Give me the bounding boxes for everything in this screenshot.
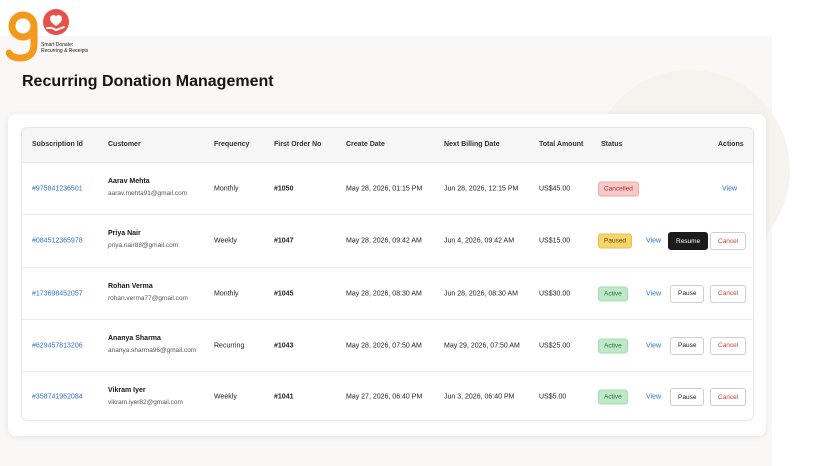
- customer-email: aarav.mehta91@gmail.com: [108, 190, 188, 197]
- header-status: Status: [601, 141, 623, 148]
- subscription-id-link[interactable]: #358741962084: [32, 394, 83, 401]
- logo-mark-icon: [5, 9, 69, 62]
- customer-cell: Rohan Verma rohan.verma77@gmail.com: [108, 283, 188, 302]
- resume-button[interactable]: Resume: [668, 232, 709, 250]
- header-first-order: First Order No: [274, 141, 322, 148]
- frequency: Weekly: [214, 237, 237, 245]
- next-billing-date: May 29, 2026, 07:50 AM: [444, 342, 520, 349]
- cancel-button[interactable]: Cancel: [710, 232, 747, 250]
- brand-tagline: Smart Donate: Recurring & Receipts: [41, 42, 89, 54]
- header-frequency: Frequency: [214, 141, 250, 148]
- header-customer: Customer: [108, 141, 141, 148]
- status-badge: Active: [598, 338, 628, 353]
- header-next-billing: Next Billing Date: [444, 141, 500, 148]
- frequency: Monthly: [214, 290, 239, 297]
- cancel-button[interactable]: Cancel: [710, 284, 747, 303]
- table-row: #629457813206 Ananya Sharma ananya.sharm…: [22, 320, 753, 372]
- next-billing-date: Jun 28, 2026, 12:15 PM: [444, 185, 519, 192]
- frequency: Recurring: [214, 342, 245, 349]
- frequency: Weekly: [214, 393, 237, 401]
- view-link[interactable]: View: [722, 185, 737, 192]
- total-amount: US$15.00: [539, 237, 571, 245]
- header-subscription-id: Subscription Id: [32, 141, 83, 148]
- customer-email: vikram.iyer82@gmail.com: [108, 399, 183, 406]
- customer-name: Vikram Iyer: [108, 387, 146, 394]
- brand-logo: [5, 8, 96, 64]
- page-title: Recurring Donation Management: [22, 73, 274, 90]
- view-link[interactable]: View: [646, 342, 661, 349]
- status-badge: Paused: [598, 233, 633, 249]
- header-create-date: Create Date: [346, 141, 385, 148]
- customer-email: priya.nair88@gmail.com: [108, 242, 179, 249]
- pause-button[interactable]: Pause: [670, 388, 705, 406]
- customer-cell: Aarav Mehta aarav.mehta91@gmail.com: [108, 178, 187, 197]
- cancel-button[interactable]: Cancel: [710, 336, 747, 355]
- create-date: May 28, 2026, 07:50 AM: [346, 342, 422, 349]
- subscription-id-link[interactable]: #173698452057: [32, 290, 83, 297]
- subscriptions-card: Subscription Id Customer Frequency First…: [8, 114, 766, 436]
- first-order-no: #1041: [274, 393, 294, 401]
- first-order-no: #1050: [274, 185, 294, 192]
- customer-cell: Vikram Iyer vikram.iyer82@gmail.com: [108, 387, 183, 406]
- customer-name: Ananya Sharma: [108, 335, 161, 342]
- table-row: #173698452057 Rohan Verma rohan.verma77@…: [22, 268, 753, 320]
- next-billing-date: Jun 3, 2026, 06:40 PM: [444, 393, 515, 401]
- create-date: May 28, 2026, 08:30 AM: [346, 290, 422, 297]
- header-actions: Actions: [718, 141, 744, 148]
- first-order-no: #1047: [274, 237, 294, 245]
- next-billing-date: Jun 4, 2026, 09:42 AM: [444, 237, 515, 245]
- table-row: #975841236501 Aarav Mehta aarav.mehta91@…: [22, 163, 753, 215]
- status-badge: Active: [598, 389, 628, 405]
- customer-email: rohan.verma77@gmail.com: [108, 295, 188, 302]
- create-date: May 28, 2026, 01:15 PM: [346, 185, 423, 192]
- first-order-no: #1043: [274, 342, 294, 349]
- table-row: #084512365978 Priya Nair priya.nair88@gm…: [22, 215, 753, 268]
- create-date: May 28, 2026, 09:42 AM: [346, 237, 422, 245]
- status-badge: Active: [598, 286, 628, 301]
- customer-cell: Ananya Sharma ananya.sharma96@gmail.com: [108, 335, 196, 354]
- subscription-id-link[interactable]: #629457813206: [32, 342, 83, 349]
- customer-name: Aarav Mehta: [108, 178, 150, 185]
- frequency: Monthly: [214, 185, 239, 192]
- cancel-button[interactable]: Cancel: [710, 388, 747, 406]
- table-row: #358741962084 Vikram Iyer vikram.iyer82@…: [22, 372, 753, 420]
- pause-button[interactable]: Pause: [670, 284, 705, 303]
- total-amount: US$25.00: [539, 342, 571, 349]
- total-amount: US$45.00: [539, 185, 571, 192]
- header-total: Total Amount: [539, 141, 584, 148]
- pause-button[interactable]: Pause: [670, 336, 705, 355]
- total-amount: US$5.00: [539, 393, 567, 401]
- total-amount: US$30.00: [539, 290, 571, 297]
- subscription-id-link[interactable]: #084512365978: [32, 238, 83, 245]
- customer-email: ananya.sharma96@gmail.com: [108, 347, 197, 354]
- next-billing-date: Jun 28, 2026, 08:30 AM: [444, 290, 518, 297]
- first-order-no: #1045: [274, 290, 294, 297]
- subscriptions-table: Subscription Id Customer Frequency First…: [21, 127, 754, 421]
- create-date: May 27, 2026, 06:40 PM: [346, 393, 423, 401]
- status-badge: Cancelled: [598, 181, 639, 196]
- customer-name: Rohan Verma: [108, 283, 153, 290]
- customer-cell: Priya Nair priya.nair88@gmail.com: [108, 230, 178, 249]
- view-link[interactable]: View: [646, 238, 661, 245]
- table-header: Subscription Id Customer Frequency First…: [22, 128, 753, 163]
- subscription-id-link[interactable]: #975841236501: [32, 185, 83, 192]
- view-link[interactable]: View: [646, 290, 661, 297]
- view-link[interactable]: View: [646, 394, 661, 401]
- customer-name: Priya Nair: [108, 230, 141, 237]
